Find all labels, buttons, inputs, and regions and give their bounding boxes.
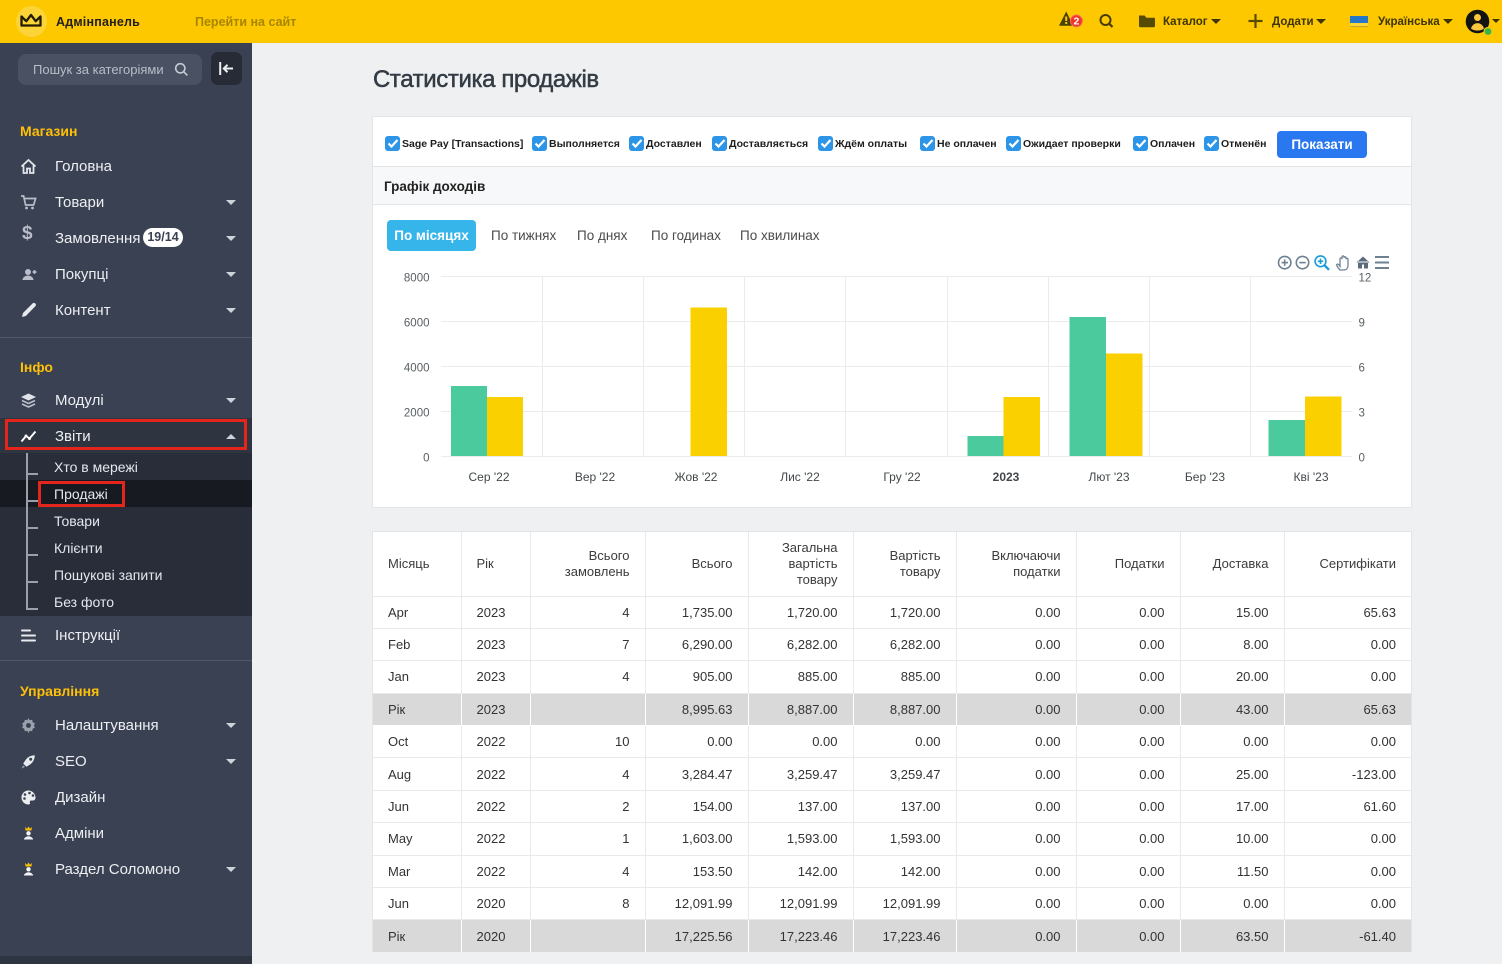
svg-text:6000: 6000 [404,318,430,330]
svg-text:6: 6 [1359,363,1365,375]
svg-text:Жов '22: Жов '22 [675,470,718,484]
svg-text:Вер '22: Вер '22 [575,470,616,484]
svg-text:0: 0 [1359,453,1365,465]
svg-text:0: 0 [423,453,429,465]
svg-text:4000: 4000 [404,363,430,375]
svg-text:8000: 8000 [404,273,430,285]
svg-text:3: 3 [1359,408,1365,420]
svg-text:Бер '23: Бер '23 [1185,470,1226,484]
svg-text:Лис '22: Лис '22 [780,470,820,484]
svg-text:12: 12 [1359,273,1372,285]
svg-text:2: 2 [1073,16,1079,28]
svg-text:Лют '23: Лют '23 [1088,470,1129,484]
svg-text:9: 9 [1359,318,1365,330]
svg-text:2023: 2023 [993,470,1020,484]
svg-text:Гру '22: Гру '22 [883,470,921,484]
svg-text:Кві '23: Кві '23 [1293,470,1328,484]
svg-text:2000: 2000 [404,408,430,420]
svg-text:Сер '22: Сер '22 [469,470,510,484]
